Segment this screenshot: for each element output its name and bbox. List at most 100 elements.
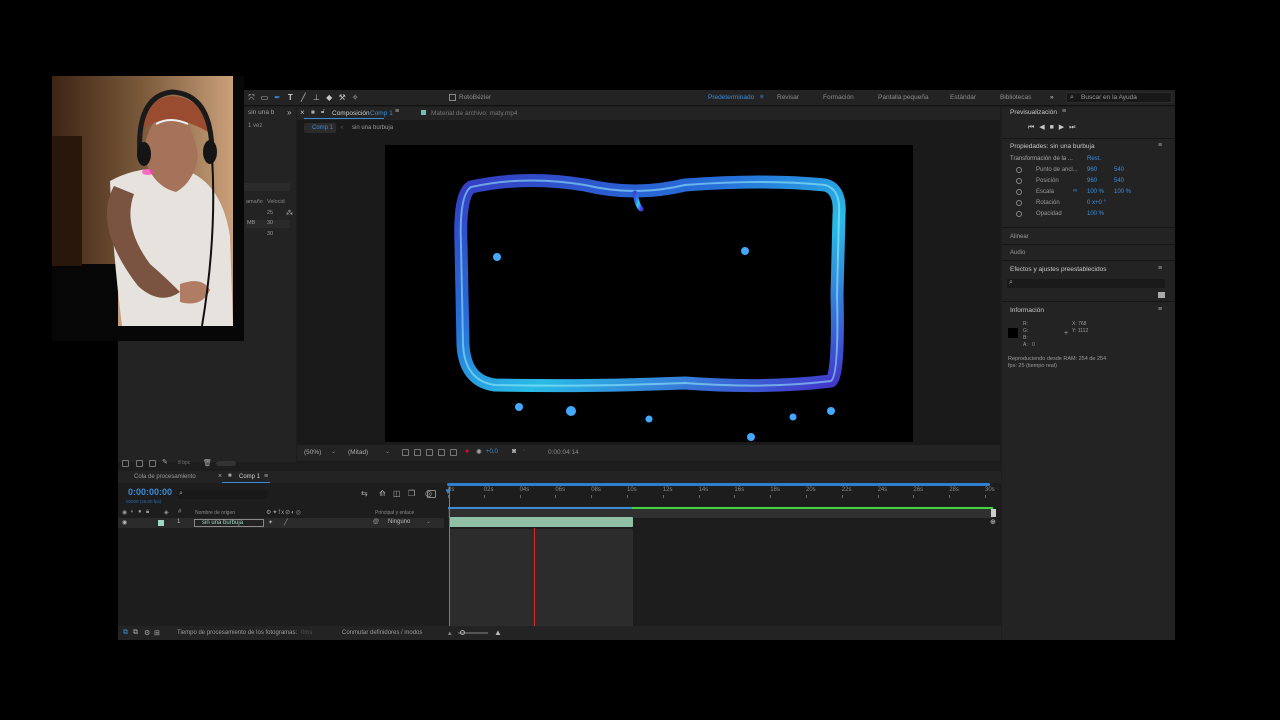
region-of-interest-icon[interactable]	[402, 449, 409, 456]
constrain-proportions-icon[interactable]: ∞	[1073, 188, 1077, 194]
zoom-select[interactable]: (50%)	[304, 449, 321, 456]
eraser-tool-icon[interactable]: ◆	[324, 92, 335, 103]
timeline-graph-area[interactable]: 0s 02s 04s 06s 08s 10s 12s 14s 16s 18s 20s 22s 24s 26…	[444, 471, 1001, 640]
label-icon[interactable]: ◈	[164, 509, 169, 516]
lock-icon[interactable]: 🔓︎	[321, 109, 325, 116]
graph-editor-icon[interactable]	[427, 490, 436, 498]
interpret-footage-icon[interactable]	[122, 460, 129, 467]
pick-whip-icon[interactable]: @	[373, 519, 379, 525]
transform-group-label[interactable]: Transformación de la ...	[1010, 156, 1073, 162]
toggle-switches-modes[interactable]: Conmutar definidores / modos	[342, 630, 422, 636]
thumbnail-slider[interactable]	[216, 461, 236, 466]
scale-y-value[interactable]: 100 %	[1114, 189, 1131, 195]
previous-frame-icon[interactable]: ◀	[1039, 124, 1044, 131]
breadcrumb-layer[interactable]: sin una burbuja	[352, 125, 393, 131]
clone-stamp-tool-icon[interactable]: ⊥	[311, 92, 322, 103]
camera-orbit-tool-icon[interactable]: ⤧	[246, 92, 257, 103]
puppet-pin-tool-icon[interactable]: ✧	[350, 92, 361, 103]
mask-visibility-icon[interactable]	[426, 449, 433, 456]
panel-menu-icon[interactable]: ≡	[1158, 142, 1162, 149]
chevron-down-icon[interactable]: ⌄	[426, 518, 431, 525]
workspace-menu-icon[interactable]: ≡	[760, 94, 764, 101]
switches-icon[interactable]: ⚙✦fx⊘◐◎	[266, 509, 302, 516]
current-time-indicator[interactable]	[449, 487, 450, 634]
zoom-out-icon[interactable]: ▴	[448, 629, 452, 637]
breadcrumb-comp[interactable]: Comp 1	[312, 125, 333, 131]
parent-select[interactable]: Ninguno	[388, 519, 410, 525]
show-snapshot-icon[interactable]: ◦	[523, 448, 525, 454]
project-settings-icon[interactable]: ✎	[162, 458, 168, 466]
type-tool-icon[interactable]: T	[285, 92, 296, 103]
last-frame-icon[interactable]: ⏭	[1069, 124, 1075, 131]
current-time-display[interactable]: 0:00:04:14	[548, 449, 579, 456]
anchor-y-value[interactable]: 540	[1114, 167, 1124, 173]
composition-tab-label[interactable]: Composición	[332, 110, 370, 117]
workspace-predeterminado[interactable]: Predeterminado	[708, 94, 754, 101]
rotation-value[interactable]: 0 x+0 °	[1087, 200, 1106, 206]
stopwatch-icon[interactable]	[1016, 178, 1022, 184]
transform-reset-link[interactable]: Rest.	[1087, 156, 1101, 162]
solo-icon[interactable]: ●	[138, 509, 142, 515]
comp-mini-flowchart-icon[interactable]: ⇆	[361, 489, 368, 498]
time-ruler[interactable]: 0s 02s 04s 06s 08s 10s 12s 14s 16s 18s 20s 22s 24s 26…	[444, 487, 1001, 498]
quality-icon[interactable]: ╱	[284, 519, 288, 526]
chevron-down-icon[interactable]: ⌄	[385, 448, 390, 455]
help-search-input[interactable]: ⌕ Buscar en la Ayuda	[1066, 92, 1172, 103]
chevron-down-icon[interactable]: ⌄	[331, 448, 336, 455]
tab-menu-icon[interactable]: ≡	[264, 473, 268, 480]
next-frame-icon[interactable]: ▶	[1059, 124, 1064, 131]
list-item[interactable]: MB 30	[246, 220, 290, 228]
collapse-panel-icon[interactable]: ×	[300, 108, 305, 117]
flowchart-icon[interactable]: ⁂	[286, 209, 293, 217]
rectangle-tool-icon[interactable]: ▭	[259, 92, 270, 103]
stop-icon[interactable]: ■	[1050, 124, 1054, 131]
workspace-pantalla-pequena[interactable]: Pantalla pequeña	[878, 94, 929, 101]
workspace-formacion[interactable]: Formación	[823, 94, 854, 101]
trash-icon[interactable]: 🗑︎	[203, 459, 212, 467]
effects-search-input[interactable]: ⌕	[1007, 279, 1165, 288]
bit-depth-label[interactable]: 8 bpc	[178, 460, 190, 466]
stopwatch-icon[interactable]	[1016, 211, 1022, 217]
work-area-end-marker[interactable]	[991, 509, 996, 517]
camera-snapshot-icon[interactable]: ◙	[512, 448, 516, 455]
anchor-x-value[interactable]: 960	[1087, 167, 1097, 173]
transfer-controls-icon[interactable]: ⧉	[133, 629, 138, 637]
exposure-icon[interactable]: ✺	[476, 448, 482, 456]
align-panel-header[interactable]: Alinear	[1010, 234, 1029, 240]
stopwatch-icon[interactable]	[1016, 189, 1022, 195]
exposure-value[interactable]: +0,0	[486, 449, 498, 455]
footage-tab[interactable]: Material de archivo: maty.mp4	[431, 110, 518, 117]
layer-search-input[interactable]: ⌕	[177, 490, 267, 499]
position-y-value[interactable]: 540	[1114, 178, 1124, 184]
visibility-eye-icon[interactable]: ◉	[122, 519, 127, 526]
panel-menu-icon[interactable]: ≡	[1158, 265, 1162, 272]
zoom-in-icon[interactable]: ▲	[494, 628, 502, 637]
frame-blending-icon[interactable]: ❒	[408, 489, 415, 498]
scale-x-value[interactable]: 100 %	[1087, 189, 1104, 195]
audio-panel-header[interactable]: Audio	[1010, 250, 1025, 256]
expand-panel-icon[interactable]: »	[287, 108, 291, 117]
rotobezier-checkbox[interactable]	[449, 94, 456, 101]
close-tab-icon[interactable]: ×	[218, 473, 222, 480]
col-parent[interactable]: Principal y enlace	[375, 510, 414, 516]
layer-duration-bar[interactable]	[449, 517, 633, 527]
in-out-icon[interactable]: ⚙	[144, 629, 150, 637]
col-source-name[interactable]: Nombre de origen	[195, 510, 235, 516]
workspace-estandar[interactable]: Estándar	[950, 94, 976, 101]
breadcrumb[interactable]: Comp 1	[304, 123, 336, 133]
pen-tool-icon[interactable]: ✒	[272, 92, 283, 103]
comp-end-icon[interactable]: ⊕	[990, 518, 996, 526]
new-bin-icon[interactable]	[1158, 292, 1165, 298]
stopwatch-icon[interactable]	[1016, 167, 1022, 173]
draft-3d-icon[interactable]: ⟰	[379, 489, 386, 498]
zoom-slider-handle[interactable]	[460, 630, 465, 635]
guides-icon[interactable]	[438, 449, 445, 456]
playhead-handle-icon[interactable]: ▼	[444, 487, 452, 496]
composition-tab-name[interactable]: Comp 1	[370, 110, 393, 117]
position-x-value[interactable]: 960	[1087, 178, 1097, 184]
tab-comp1[interactable]: Comp 1	[239, 474, 260, 480]
new-composition-icon[interactable]	[149, 460, 156, 467]
panel-menu-icon[interactable]: ≡	[1062, 108, 1066, 115]
brush-tool-icon[interactable]: ╱	[298, 92, 309, 103]
transparency-grid-icon[interactable]	[414, 449, 421, 456]
